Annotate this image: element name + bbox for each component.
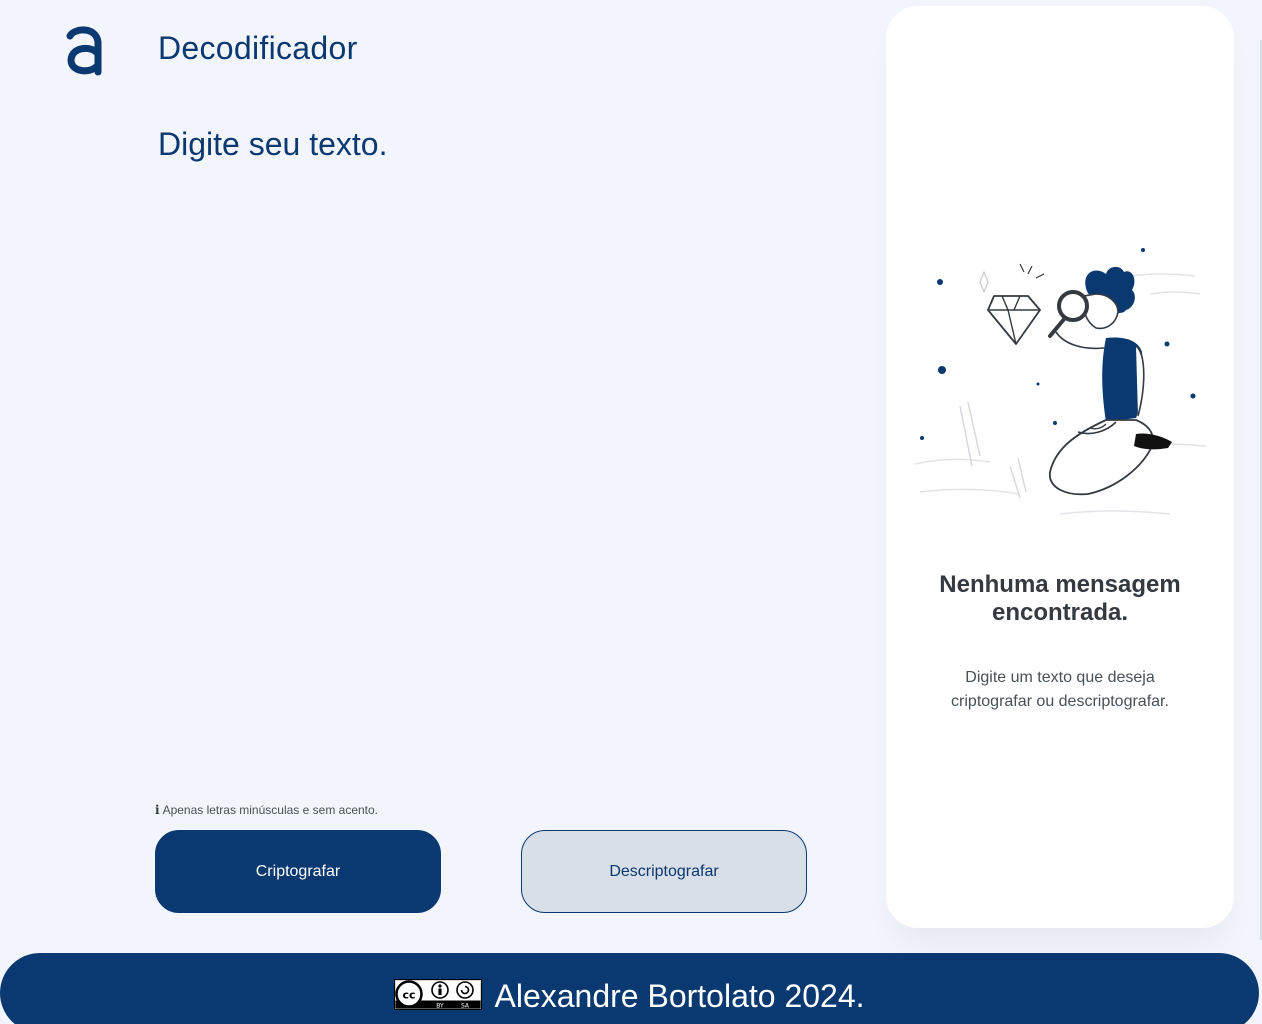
info-icon: i	[155, 803, 160, 817]
footer: cc BY SA Alexandre Bortolato 2024.	[0, 953, 1259, 1024]
person-magnifying-glass-illustration	[914, 248, 1207, 515]
empty-message-subtitle: Digite um texto que deseja criptografar …	[951, 669, 1169, 710]
input-hint: i Apenas letras minúsculas e sem acento.	[155, 803, 378, 817]
output-panel: Nenhuma mensagem encontrada. Digite um t…	[886, 6, 1234, 928]
encrypt-button[interactable]: Criptografar	[155, 830, 441, 913]
alura-logo-icon	[66, 26, 102, 76]
footer-credit: Alexandre Bortolato 2024.	[494, 978, 865, 1014]
text-input[interactable]	[158, 124, 808, 764]
empty-message-title: Nenhuma mensagem encontrada.	[939, 571, 1181, 626]
hint-text: Apenas letras minúsculas e sem acento.	[162, 803, 379, 817]
app-title: Decodificador	[158, 30, 358, 66]
cc-by-sa-icon[interactable]: cc BY SA	[394, 979, 483, 1010]
decrypt-button[interactable]: Descriptografar	[521, 830, 807, 913]
svg-text:BY: BY	[437, 1003, 445, 1010]
svg-text:SA: SA	[461, 1003, 470, 1010]
svg-text:cc: cc	[403, 989, 416, 1002]
